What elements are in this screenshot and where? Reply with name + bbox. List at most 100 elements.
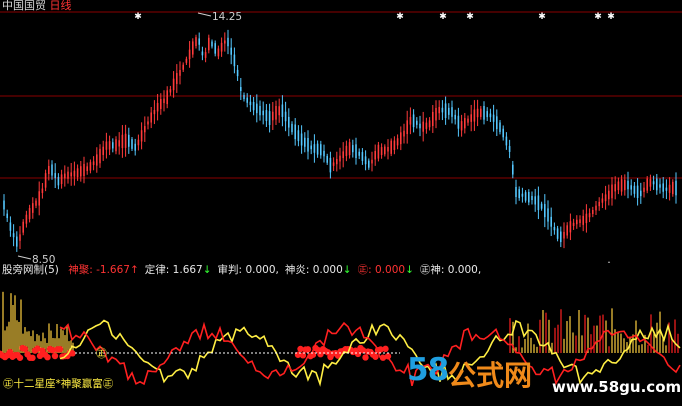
- candle-body: [652, 181, 655, 185]
- candle-body: [368, 160, 370, 168]
- candle-body: [236, 69, 239, 77]
- candle-body: [134, 143, 136, 151]
- candle-body: [675, 180, 677, 196]
- watermark-url[interactable]: www.58gu.com: [552, 378, 681, 396]
- candle-body: [435, 107, 437, 121]
- candle-body: [300, 133, 303, 146]
- candle-body: [473, 109, 476, 122]
- candle-body: [57, 177, 60, 186]
- candle-body: [252, 101, 255, 111]
- candle-body: [336, 158, 338, 165]
- candle-body: [54, 173, 56, 179]
- candle-body: [144, 126, 146, 133]
- candle-body: [560, 231, 562, 243]
- candle-body: [374, 150, 376, 160]
- candle-body: [262, 110, 264, 116]
- candlestick-chart[interactable]: ✱ ✱ ✱ ✱ ✱ ✱ ✱ 14.25 8.50: [0, 0, 682, 263]
- candle-body: [620, 179, 623, 192]
- candle-body: [35, 200, 37, 206]
- candle-body: [166, 90, 168, 105]
- candle-body: [99, 148, 101, 164]
- candle-body: [272, 111, 274, 121]
- candle-body: [416, 120, 418, 125]
- candle-body: [297, 130, 300, 142]
- candle-body: [105, 141, 108, 150]
- band-dot: [16, 354, 24, 361]
- candle-body: [512, 164, 514, 175]
- candle-body: [38, 191, 40, 206]
- candle-body: [604, 194, 607, 202]
- candle-body: [409, 117, 412, 125]
- candle-body: [643, 187, 645, 192]
- candle-body: [384, 146, 386, 155]
- candle-body: [662, 183, 664, 192]
- candle-body: [608, 190, 610, 200]
- candle-body: [659, 184, 661, 188]
- candle-body: [531, 195, 533, 201]
- candle-body: [582, 215, 584, 225]
- candle-body: [540, 203, 543, 209]
- candle-body: [547, 208, 549, 222]
- candle-body: [307, 138, 309, 152]
- candle-body: [147, 121, 149, 125]
- candle-body: [566, 225, 568, 236]
- high-price-annotation: 14.25: [197, 11, 242, 23]
- candle-body: [553, 226, 556, 231]
- candle-body: [22, 221, 24, 233]
- candle-body: [320, 144, 322, 156]
- candle-body: [636, 185, 639, 198]
- candle-body: [185, 58, 188, 63]
- candle-body: [432, 111, 434, 127]
- candle-body: [451, 107, 453, 117]
- candlesticks: [3, 29, 677, 252]
- band-dot: [51, 352, 59, 360]
- candle-body: [364, 156, 367, 165]
- star-marker-icon: ✱: [538, 12, 546, 22]
- candle-body: [464, 118, 466, 129]
- candle-body: [12, 233, 15, 238]
- candle-body: [656, 178, 658, 191]
- candle-body: [454, 114, 456, 120]
- candle-body: [80, 166, 82, 177]
- candle-body: [614, 184, 616, 192]
- candle-body: [192, 41, 194, 55]
- candle-body: [256, 103, 258, 114]
- candle-body: [281, 104, 284, 117]
- candle-body: [489, 113, 492, 118]
- candle-body: [425, 122, 428, 129]
- indicator-title-bottom: ㊣十二星座*神聚赢富㊣: [3, 378, 114, 390]
- candle-body: [179, 70, 181, 76]
- candle-body: [467, 118, 469, 123]
- candle-body: [483, 105, 485, 120]
- candle-body: [86, 166, 88, 171]
- candle-body: [89, 162, 92, 171]
- candle-body: [240, 87, 242, 91]
- indicator-spikes: [2, 291, 679, 353]
- candle-body: [502, 128, 504, 138]
- candle-body: [294, 124, 296, 140]
- candle-body: [188, 49, 191, 60]
- candle-body: [265, 110, 268, 121]
- candle-body: [588, 213, 591, 218]
- candle-body: [176, 73, 178, 84]
- candle-body: [406, 120, 408, 135]
- candle-body: [259, 105, 261, 116]
- candle-body: [627, 180, 629, 190]
- candle-body: [342, 151, 344, 159]
- candle-body: [332, 162, 335, 166]
- candle-body: [41, 188, 44, 194]
- candle-body: [160, 98, 162, 110]
- candle-body: [441, 107, 444, 113]
- candle-body: [521, 193, 524, 197]
- candle-body: [243, 95, 245, 99]
- candle-body: [118, 140, 120, 147]
- band-dot: [44, 353, 51, 361]
- candle-body: [70, 172, 72, 177]
- candle-body: [348, 142, 351, 156]
- candle-body: [73, 170, 76, 177]
- candle-body: [28, 208, 31, 220]
- candle-body: [377, 144, 380, 159]
- candle-body: [131, 139, 133, 149]
- candle-body: [230, 47, 232, 55]
- candle-body: [444, 103, 447, 118]
